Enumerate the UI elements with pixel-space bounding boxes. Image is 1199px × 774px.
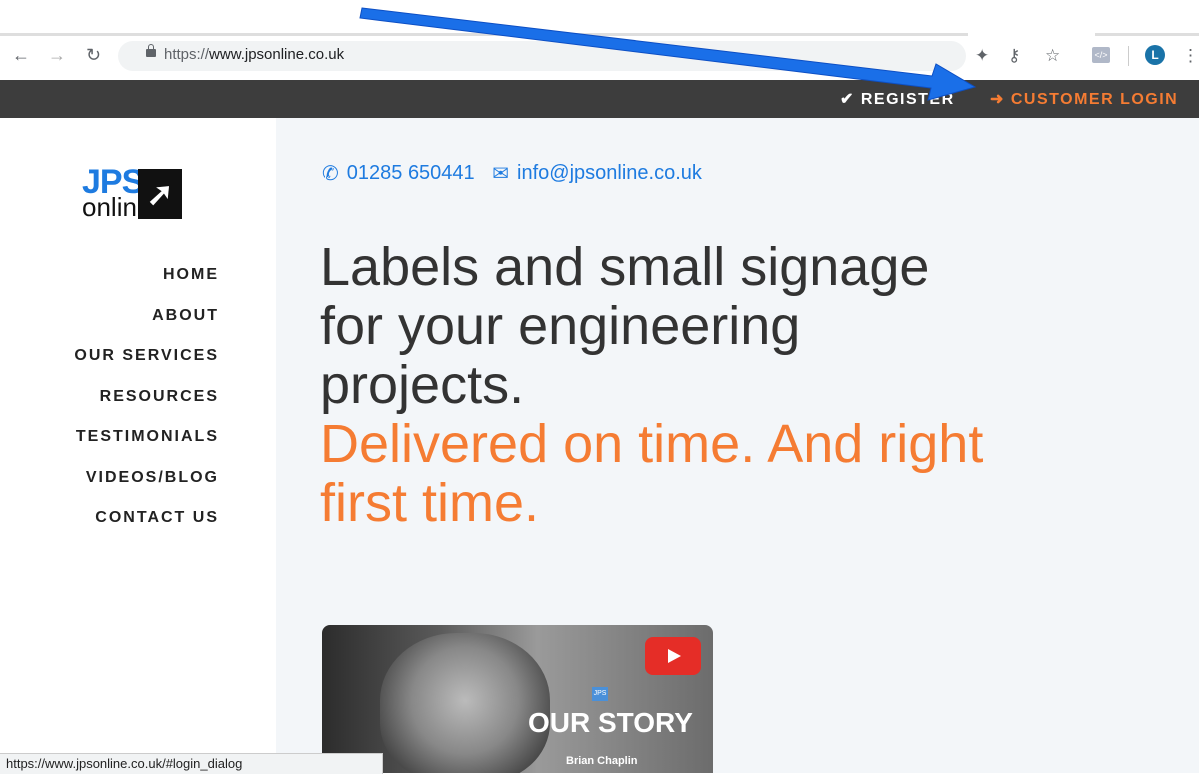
envelope-icon: ✉ [492, 163, 510, 185]
email-link[interactable]: info@jpsonline.co.uk [517, 162, 702, 184]
reload-icon[interactable]: ↻ [86, 45, 101, 65]
main-nav: HOME ABOUT OUR SERVICES RESOURCES TESTIM… [74, 262, 219, 546]
key-icon[interactable]: ⚷ [1008, 46, 1020, 66]
hero-line-2: for your engineering [320, 296, 801, 356]
nav-our-services[interactable]: OUR SERVICES [74, 343, 219, 384]
star-icon[interactable]: ☆ [1045, 46, 1060, 66]
nav-home[interactable]: HOME [74, 262, 219, 303]
toolbar-separator [1128, 46, 1129, 66]
hero-heading: Labels and small signage for your engine… [320, 238, 1020, 533]
nav-about[interactable]: ABOUT [74, 303, 219, 344]
forward-icon[interactable]: → [48, 45, 66, 65]
tab-strip [0, 33, 968, 36]
youtube-play-icon[interactable] [645, 637, 701, 675]
video-logo: JPS [592, 687, 608, 701]
back-icon[interactable]: ← [12, 45, 30, 65]
lock-icon [146, 44, 156, 57]
video-title: OUR STORY [528, 707, 693, 738]
video-thumbnail[interactable]: JPS OUR STORY Brian Chaplin [322, 625, 713, 773]
phone-icon: ✆ [322, 163, 339, 185]
jps-logo[interactable]: JPS online ➚ [82, 165, 222, 225]
devtools-icon[interactable]: </> [1092, 47, 1110, 63]
hero-tagline: Delivered on time. And right first time. [320, 414, 984, 533]
avatar[interactable]: L [1145, 45, 1165, 65]
nav-resources[interactable]: RESOURCES [74, 384, 219, 425]
customer-login-link[interactable]: ➜ CUSTOMER LOGIN [990, 89, 1178, 109]
url-text[interactable]: https://www.jpsonline.co.uk [164, 46, 344, 63]
video-person-name: Brian Chaplin [566, 755, 638, 767]
nav-videos-blog[interactable]: VIDEOS/BLOG [74, 465, 219, 506]
status-bar-url: https://www.jpsonline.co.uk/#login_dialo… [0, 753, 383, 774]
video-person-image [380, 633, 550, 773]
phone-link[interactable]: 01285 650441 [347, 162, 475, 184]
nav-testimonials[interactable]: TESTIMONIALS [74, 424, 219, 465]
nav-contact-us[interactable]: CONTACT US [74, 505, 219, 546]
logo-arrow-icon: ➚ [138, 169, 182, 219]
extension-icon[interactable]: ✦ [975, 46, 989, 66]
contact-info: ✆ 01285 650441 ✉ info@jpsonline.co.uk [322, 161, 702, 186]
menu-icon[interactable]: ⋮ [1182, 46, 1199, 66]
hero-line-3: projects. [320, 355, 525, 415]
tab-strip-right [1095, 33, 1199, 36]
register-link[interactable]: ✔ REGISTER [840, 89, 955, 109]
hero-line-1: Labels and small signage [320, 237, 930, 297]
